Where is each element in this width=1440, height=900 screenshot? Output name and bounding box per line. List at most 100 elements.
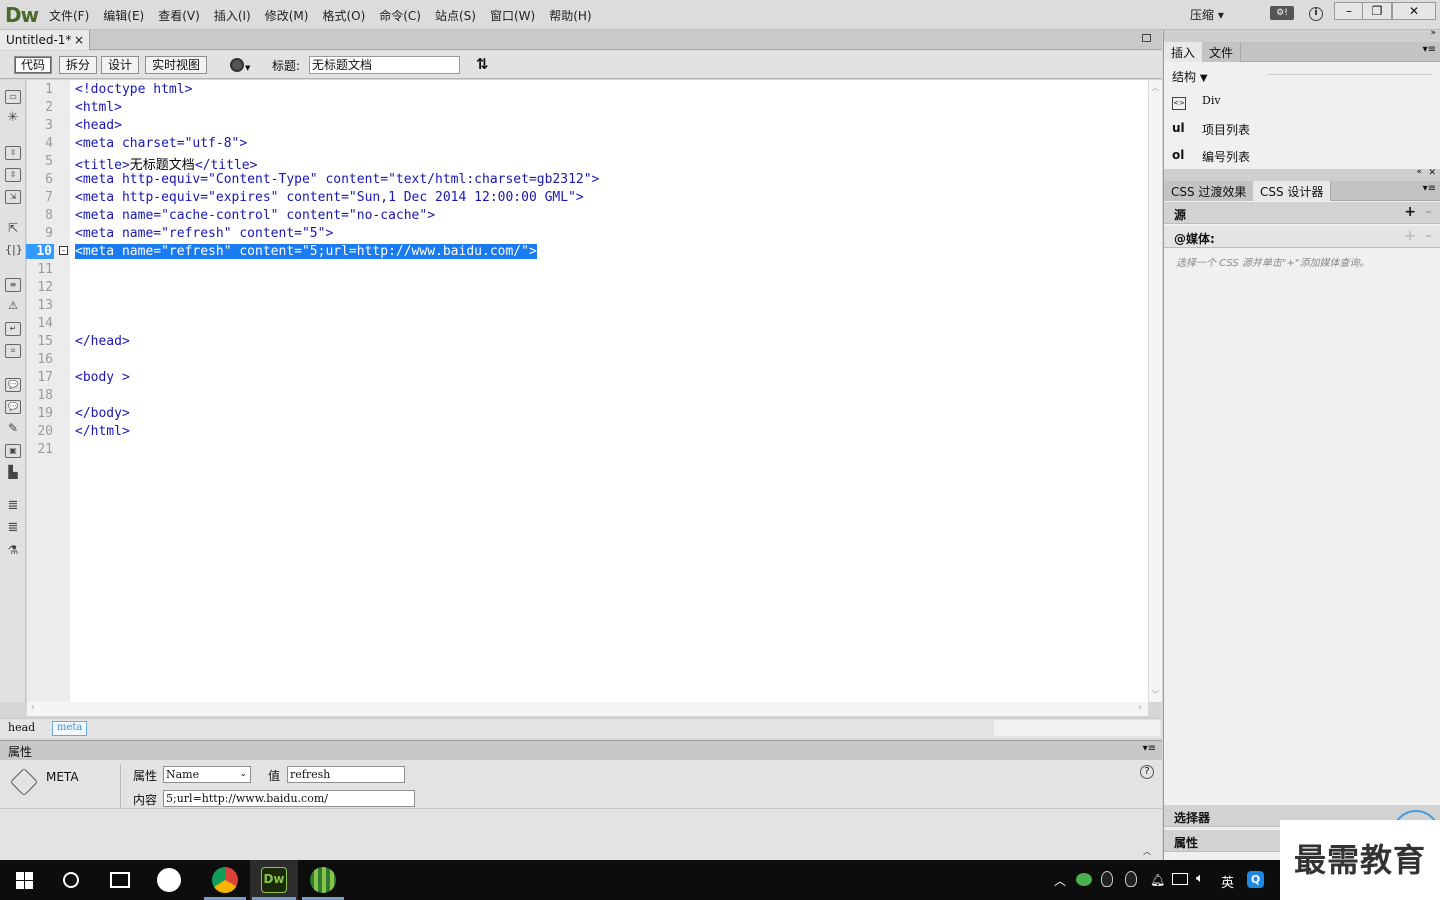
tag-selector-meta[interactable]: meta	[52, 721, 88, 736]
insert-item-ul[interactable]: ul 项目列表	[1172, 121, 1432, 141]
line-number[interactable]: 13	[27, 298, 53, 313]
line-number[interactable]: 5	[27, 154, 53, 169]
menu-window[interactable]: 窗口(W)	[483, 7, 542, 24]
code-fold-icon[interactable]: –	[59, 246, 68, 255]
line-number[interactable]: 15	[27, 334, 53, 349]
line-number[interactable]: 18	[27, 388, 53, 403]
outdent-code-icon[interactable]: ≣	[5, 521, 21, 536]
code-line[interactable]: <!doctype html>	[75, 82, 192, 97]
code-editor[interactable]: <!doctype html> <html> <head> <meta charset…	[70, 80, 1148, 702]
watermelon-app-icon[interactable]	[310, 867, 336, 893]
search-icon[interactable]	[63, 872, 79, 888]
code-line[interactable]: </head>	[75, 334, 130, 349]
task-view-icon[interactable]	[110, 872, 130, 888]
expand-all-icon[interactable]: ⇲	[5, 190, 21, 204]
restore-button[interactable]: ❐	[1362, 2, 1392, 20]
chevron-up-icon[interactable]: ︿	[1054, 872, 1066, 889]
app-swirl-icon[interactable]	[157, 868, 181, 892]
tag-selector-head[interactable]: head	[8, 721, 35, 734]
line-number[interactable]: 21	[27, 442, 53, 457]
line-number[interactable]: 8	[27, 208, 53, 223]
vertical-scrollbar[interactable]: ︿ ﹀	[1148, 80, 1162, 702]
panel-options-icon[interactable]: ▾≡	[1423, 44, 1436, 55]
tag-selector-scrollbar[interactable]	[994, 720, 1160, 736]
code-line[interactable]: <meta name="refresh" content="5">	[75, 226, 333, 241]
line-number[interactable]: 6	[27, 172, 53, 187]
line-number[interactable]: 19	[27, 406, 53, 421]
code-line[interactable]: <head>	[75, 118, 122, 133]
line-number[interactable]: 9	[27, 226, 53, 241]
network-icon[interactable]	[1172, 873, 1188, 885]
windows-start-icon[interactable]	[16, 872, 33, 889]
attribute-select[interactable]: Name ⌄	[163, 766, 251, 783]
code-line[interactable]: <title>无标题文档</title>	[75, 154, 257, 173]
add-media-icon[interactable]: +	[1404, 228, 1416, 244]
remove-media-icon[interactable]: –	[1425, 228, 1432, 244]
code-line[interactable]: <meta http-equiv="Content-Type" content=…	[75, 172, 599, 187]
recent-snippets-icon[interactable]: ▣	[5, 444, 21, 458]
insert-category-dropdown[interactable]: 结构 ▼	[1172, 68, 1208, 85]
line-number[interactable]: 2	[27, 100, 53, 115]
menu-site[interactable]: 站点(S)	[428, 7, 483, 24]
remove-comment-icon[interactable]: 💬	[5, 400, 21, 414]
collapse-panel-icon[interactable]: »	[1430, 28, 1436, 38]
qq-icon[interactable]	[1101, 871, 1113, 887]
tab-css-transitions[interactable]: CSS 过渡效果	[1164, 181, 1255, 201]
code-line[interactable]: <meta http-equiv="expires" content="Sun,…	[75, 190, 584, 205]
collapse-properties-icon[interactable]: ︿	[1143, 846, 1151, 857]
value-input[interactable]: refresh	[287, 766, 405, 783]
file-management-icon[interactable]: ⇅	[476, 55, 489, 73]
add-source-icon[interactable]: +	[1404, 204, 1416, 220]
code-line[interactable]: <meta charset="utf-8">	[75, 136, 247, 151]
menu-modify[interactable]: 修改(M)	[258, 7, 316, 24]
code-view-button[interactable]: 代码	[14, 56, 53, 74]
qq-icon[interactable]	[1125, 871, 1137, 887]
dreamweaver-icon[interactable]: Dw	[261, 867, 287, 893]
insert-item-ol[interactable]: ol 编号列表	[1172, 148, 1432, 168]
ime-indicator[interactable]: 英	[1221, 872, 1234, 891]
collapse-full-tag-icon[interactable]: ⇳	[5, 146, 21, 160]
collapse-selection-icon[interactable]: ⇳	[5, 168, 21, 182]
qq-browser-tray-icon[interactable]: Q	[1247, 871, 1264, 888]
move-css-icon[interactable]: ▙	[5, 466, 21, 480]
indent-code-icon[interactable]: ≣	[5, 499, 21, 514]
tab-css-designer[interactable]: CSS 设计器	[1253, 181, 1332, 201]
tab-files[interactable]: 文件	[1202, 42, 1242, 62]
remove-source-icon[interactable]: –	[1425, 204, 1432, 220]
tab-insert[interactable]: 插入	[1164, 42, 1204, 62]
word-wrap-icon[interactable]: ↵	[5, 322, 21, 336]
code-line[interactable]: <meta name="cache-control" content="no-c…	[75, 208, 435, 223]
show-code-navigator-icon[interactable]: ✳	[5, 111, 21, 126]
code-line[interactable]: <body >	[75, 370, 130, 385]
line-number[interactable]: 1	[27, 82, 53, 97]
menu-view[interactable]: 查看(V)	[151, 7, 207, 24]
line-number[interactable]: 12	[27, 280, 53, 295]
selected-code-line[interactable]: <meta name="refresh" content="5;url=http…	[75, 244, 537, 259]
live-view-button[interactable]: 实时视图	[145, 56, 208, 74]
menu-insert[interactable]: 插入(I)	[207, 7, 258, 24]
highlight-invalid-code-icon[interactable]: ⚠	[5, 300, 21, 314]
line-number[interactable]: 16	[27, 352, 53, 367]
split-view-button[interactable]: 拆分	[59, 56, 98, 74]
close-tab-icon[interactable]: ×	[74, 33, 84, 47]
maximize-doc-icon[interactable]	[1142, 34, 1151, 42]
sync-settings-icon[interactable]: ⚙!	[1270, 6, 1294, 20]
line-number[interactable]: 17	[27, 370, 53, 385]
content-input[interactable]: 5;url=http://www.baidu.com/	[163, 790, 415, 807]
code-line[interactable]: <html>	[75, 100, 122, 115]
balance-braces-icon[interactable]: {|}	[5, 244, 23, 258]
panel-options-icon[interactable]: ▾≡	[1143, 743, 1156, 754]
line-number[interactable]: 11	[27, 262, 53, 277]
syntax-error-alerts-icon[interactable]: ⌗	[5, 344, 21, 358]
close-window-button[interactable]: ✕	[1392, 2, 1436, 20]
help-icon[interactable]: i	[1309, 7, 1323, 21]
panel-options-icon[interactable]: ▾≡	[1423, 183, 1436, 194]
line-numbers-icon[interactable]: ≡	[5, 278, 21, 292]
design-view-button[interactable]: 设计	[101, 56, 140, 74]
insert-item-div[interactable]: <> Div	[1172, 94, 1432, 114]
workspace-switcher[interactable]: 压缩 ▾	[1190, 6, 1224, 23]
menu-edit[interactable]: 编辑(E)	[96, 7, 151, 24]
chrome-icon[interactable]	[212, 867, 238, 893]
wechat-icon[interactable]	[1076, 873, 1092, 886]
code-line[interactable]: </html>	[75, 424, 130, 439]
